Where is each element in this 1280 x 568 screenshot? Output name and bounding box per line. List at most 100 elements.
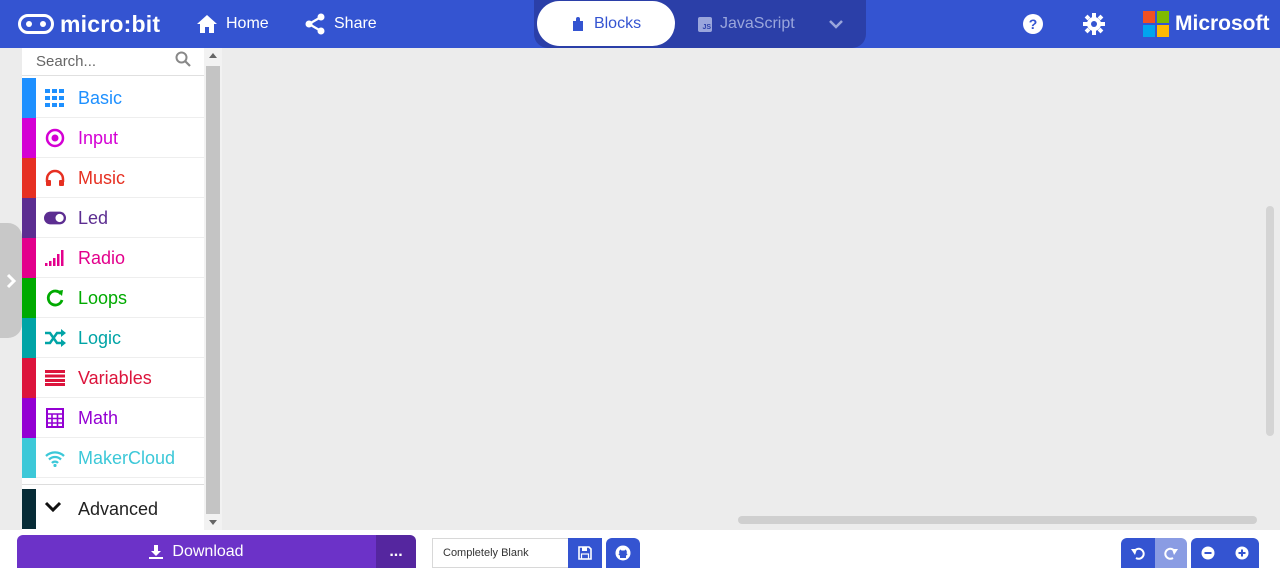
- microsoft-logo-icon: [1143, 11, 1169, 37]
- category-label: Advanced: [78, 499, 159, 519]
- tab-javascript[interactable]: JS JavaScript: [698, 0, 795, 48]
- category-label: Math: [78, 408, 119, 428]
- tab-blocks-label: Blocks: [593, 14, 642, 32]
- home-label: Home: [226, 15, 269, 32]
- category-label: Logic: [78, 328, 122, 348]
- microbit-logo-icon: [18, 14, 54, 34]
- zoom-out-button[interactable]: [1191, 538, 1225, 568]
- category-radio[interactable]: Radio: [22, 238, 204, 278]
- redo-button[interactable]: [1155, 538, 1187, 568]
- category-color-bar: [22, 358, 36, 398]
- chevron-down-icon[interactable]: [828, 16, 844, 32]
- category-logic[interactable]: Logic: [22, 318, 204, 358]
- headphones-icon: [44, 167, 66, 189]
- signal-icon: [44, 247, 66, 269]
- simulator-expand-button[interactable]: [0, 223, 22, 338]
- editor-footer: Download ...: [0, 530, 1280, 568]
- target-icon: [44, 127, 66, 149]
- category-label: Input: [78, 128, 119, 148]
- wifi-icon: [44, 447, 66, 469]
- help-icon: ?: [1023, 14, 1043, 34]
- category-advanced[interactable]: Advanced: [22, 484, 204, 529]
- category-color-bar: [22, 318, 36, 358]
- category-color-bar: [22, 238, 36, 278]
- zoom-in-icon: [1235, 546, 1249, 560]
- top-header: micro:bit Home Share Blocks JS JavaScrip…: [0, 0, 1280, 48]
- editor-mode-toggle: Blocks JS JavaScript: [534, 0, 866, 48]
- category-color-bar: [22, 278, 36, 318]
- calculator-icon: [44, 407, 66, 429]
- microsoft-label: Microsoft: [1175, 12, 1270, 35]
- settings-button[interactable]: [1083, 0, 1113, 48]
- category-basic[interactable]: Basic: [22, 78, 204, 118]
- logo-text: micro:bit: [60, 10, 161, 37]
- gear-icon: [1083, 13, 1105, 35]
- svg-text:?: ?: [1029, 16, 1038, 32]
- category-variables[interactable]: Variables: [22, 358, 204, 398]
- category-color-bar: [22, 158, 36, 198]
- category-color-bar: [22, 78, 36, 118]
- save-icon: [578, 546, 592, 560]
- category-makercloud[interactable]: MakerCloud: [22, 438, 204, 478]
- blocks-workspace[interactable]: [222, 48, 1280, 530]
- category-label: Led: [78, 208, 109, 228]
- share-label: Share: [334, 15, 377, 32]
- search-icon[interactable]: [175, 51, 191, 67]
- chevron-down-icon: [44, 501, 62, 513]
- category-math[interactable]: Math: [22, 398, 204, 438]
- category-label: MakerCloud: [78, 448, 176, 468]
- zoom-in-button[interactable]: [1225, 538, 1259, 568]
- home-icon: [197, 15, 217, 33]
- download-more-button[interactable]: ...: [376, 535, 416, 568]
- undo-button[interactable]: [1121, 538, 1155, 568]
- download-button[interactable]: Download: [17, 535, 376, 568]
- more-icon: ...: [389, 542, 403, 560]
- category-label: Music: [78, 168, 126, 188]
- category-color-bar: [22, 398, 36, 438]
- microsoft-logo[interactable]: Microsoft: [1143, 0, 1270, 48]
- microbit-logo[interactable]: micro:bit: [18, 0, 160, 48]
- shuffle-icon: [44, 327, 66, 349]
- js-icon: JS: [698, 16, 712, 32]
- category-input[interactable]: Input: [22, 118, 204, 158]
- category-color-bar: [22, 438, 36, 478]
- undo-icon: [1131, 547, 1145, 560]
- search-input[interactable]: [36, 50, 176, 72]
- github-icon: [615, 545, 631, 561]
- category-loops[interactable]: Loops: [22, 278, 204, 318]
- category-color-bar: [22, 489, 36, 529]
- help-button[interactable]: ?: [1022, 0, 1052, 48]
- download-label: Download: [172, 542, 244, 560]
- tab-blocks[interactable]: Blocks: [537, 1, 675, 46]
- home-button[interactable]: Home: [196, 0, 269, 48]
- toolbox-scrollbar-thumb[interactable]: [206, 66, 220, 514]
- grid-icon: [44, 87, 66, 109]
- category-color-bar: [22, 118, 36, 158]
- share-icon: [305, 13, 325, 35]
- scroll-up-arrow[interactable]: [209, 53, 217, 58]
- category-led[interactable]: Led: [22, 198, 204, 238]
- download-icon: [149, 544, 164, 559]
- save-button[interactable]: [568, 538, 602, 568]
- github-button[interactable]: [606, 538, 640, 568]
- category-label: Loops: [78, 288, 128, 308]
- refresh-icon: [44, 287, 66, 309]
- project-name-input[interactable]: [432, 538, 568, 568]
- list-icon: [44, 367, 66, 389]
- redo-icon: [1164, 547, 1178, 560]
- zoom-out-icon: [1201, 546, 1215, 560]
- category-label: Variables: [78, 368, 152, 388]
- chevron-right-icon: [6, 273, 17, 288]
- category-music[interactable]: Music: [22, 158, 204, 198]
- tab-javascript-label: JavaScript: [720, 15, 795, 32]
- category-color-bar: [22, 198, 36, 238]
- category-label: Basic: [78, 88, 123, 108]
- workspace-vertical-scrollbar[interactable]: [1266, 206, 1274, 436]
- scroll-down-arrow[interactable]: [209, 520, 217, 525]
- share-button[interactable]: Share: [304, 0, 377, 48]
- category-label: Radio: [78, 248, 126, 268]
- toolbox: Basic Input Music Led Radio: [22, 48, 204, 530]
- toolbox-scrollbar[interactable]: [204, 48, 222, 530]
- puzzle-icon: [572, 16, 583, 31]
- workspace-horizontal-scrollbar[interactable]: [738, 516, 1257, 524]
